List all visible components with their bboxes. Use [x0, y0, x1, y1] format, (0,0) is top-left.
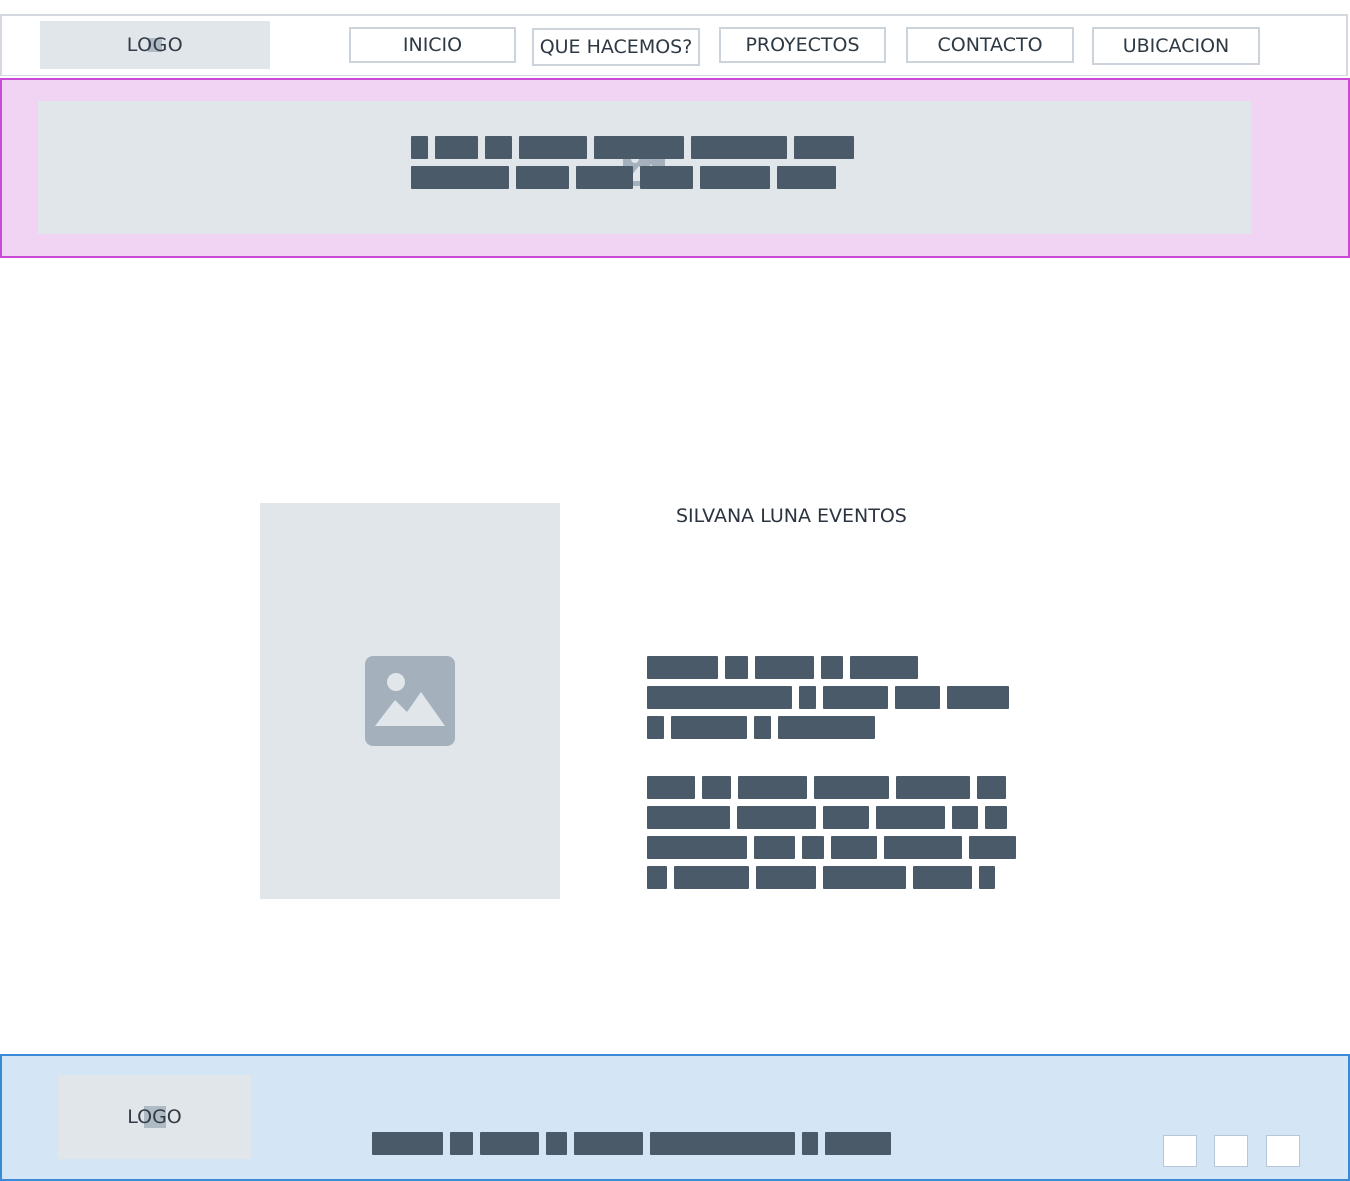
social-icon-1[interactable]	[1163, 1135, 1197, 1167]
header-logo[interactable]: LOGO	[40, 21, 270, 69]
social-icon-3[interactable]	[1266, 1135, 1300, 1167]
nav-ubicacion[interactable]: UBICACION	[1092, 27, 1260, 65]
social-icon-2[interactable]	[1214, 1135, 1248, 1167]
image-placeholder-icon	[365, 656, 455, 746]
footer-logo[interactable]: LOGO	[58, 1075, 251, 1159]
nav-inicio-label: INICIO	[402, 34, 463, 56]
nav-contacto-label: CONTACTO	[937, 34, 1043, 56]
nav-ubicacion-label: UBICACION	[1122, 35, 1230, 57]
nav-proyectos[interactable]: PROYECTOS	[719, 27, 886, 63]
nav-proyectos-label: PROYECTOS	[745, 34, 860, 56]
header-logo-text: LOGO	[126, 34, 184, 56]
page-title: SILVANA LUNA EVENTOS	[676, 505, 907, 527]
nav-que-hacemos-label: QUE HACEMOS?	[539, 36, 693, 58]
nav-que-hacemos[interactable]: QUE HACEMOS?	[532, 28, 700, 66]
nav-contacto[interactable]: CONTACTO	[906, 27, 1074, 63]
footer-logo-text: LOGO	[127, 1106, 182, 1128]
nav-inicio[interactable]: INICIO	[349, 27, 516, 63]
